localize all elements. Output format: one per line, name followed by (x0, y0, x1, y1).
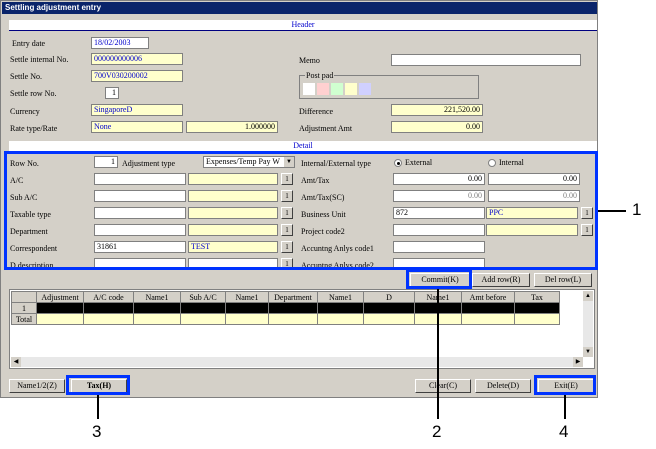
callout-4: 4 (559, 422, 569, 441)
settle-internal-no-field[interactable]: 000000000006 (91, 53, 183, 65)
grid-cell[interactable] (133, 302, 181, 314)
scroll-right-icon[interactable]: ▶ (573, 357, 583, 367)
adjustment-amt-label: Adjustment Amt (299, 124, 353, 133)
window-title: Settling adjustment entry (2, 2, 597, 14)
header-section-label: Header (9, 20, 597, 31)
grid-cell[interactable] (225, 302, 269, 314)
name12-button[interactable]: Name1/2(Z) (9, 379, 65, 393)
grid-cell (36, 313, 84, 325)
grid-cell[interactable] (363, 302, 415, 314)
settle-row-no-label: Settle row No. (10, 89, 57, 98)
detail-grid: Adjustment A/C code Name1 Sub A/C Name1 … (11, 291, 560, 325)
callout-3: 3 (92, 422, 102, 441)
grid-cell[interactable] (268, 302, 318, 314)
grid-col-header[interactable]: Tax (514, 291, 560, 303)
grid-cell (317, 313, 364, 325)
del-row-button[interactable]: Del row(L) (534, 273, 592, 287)
grid-cell[interactable] (180, 302, 226, 314)
grid-cell (180, 313, 226, 325)
currency-label: Currency (10, 107, 40, 116)
detail-highlight-box (4, 151, 598, 270)
settle-no-field[interactable]: 700V030200002 (91, 70, 183, 82)
grid-vertical-scrollbar[interactable]: ▲ ▼ (583, 291, 593, 357)
memo-label: Memo (299, 56, 320, 65)
post-pad-swatch-blue[interactable] (359, 83, 371, 95)
exit-highlight-box (534, 375, 596, 395)
settle-row-no-field[interactable]: 1 (105, 87, 119, 99)
grid-cell (461, 313, 515, 325)
grid-cell (133, 313, 181, 325)
grid-cell[interactable] (83, 302, 134, 314)
post-pad-swatch-white[interactable] (303, 83, 315, 95)
grid-cell[interactable] (36, 302, 84, 314)
settle-no-label: Settle No. (10, 72, 42, 81)
commit-highlight-box (406, 269, 472, 289)
rate-field[interactable]: 1.000000 (186, 121, 278, 133)
grid-horizontal-scrollbar[interactable]: ◀ ▶ (11, 357, 583, 367)
settle-internal-no-label: Settle internal No. (10, 55, 69, 64)
add-row-button[interactable]: Add row(R) (472, 273, 530, 287)
grid-cell (268, 313, 318, 325)
entry-date-label: Entry date (12, 39, 46, 48)
grid-col-header (11, 291, 37, 303)
callout-4-line (564, 395, 566, 419)
grid-col-header[interactable]: A/C code (83, 291, 134, 303)
delete-button[interactable]: Delete(D) (475, 379, 531, 393)
grid-col-header[interactable]: Sub A/C (180, 291, 226, 303)
row-number[interactable]: 1 (11, 302, 37, 314)
total-label: Total (11, 313, 37, 325)
scroll-left-icon[interactable]: ◀ (11, 357, 21, 367)
grid-cell (514, 313, 560, 325)
adjustment-amt-field: 0.00 (391, 121, 483, 133)
grid-col-header[interactable]: D (363, 291, 415, 303)
post-pad-swatch-yellow[interactable] (345, 83, 357, 95)
grid-col-header[interactable]: Name1 (317, 291, 364, 303)
grid-cell[interactable] (514, 302, 560, 314)
callout-2: 2 (432, 422, 442, 441)
scroll-down-icon[interactable]: ▼ (583, 347, 593, 357)
grid-col-header[interactable]: Amt before (461, 291, 515, 303)
callout-1: 1 (632, 200, 642, 219)
currency-field[interactable]: SingaporeD (91, 104, 183, 116)
difference-field: 221,520.00 (391, 104, 483, 116)
grid-header-row: Adjustment A/C code Name1 Sub A/C Name1 … (11, 291, 560, 303)
tax-highlight-box (66, 375, 130, 395)
memo-field[interactable] (391, 54, 581, 66)
grid-cell[interactable] (317, 302, 364, 314)
difference-label: Difference (299, 107, 334, 116)
post-pad-swatch-pink[interactable] (317, 83, 329, 95)
callout-2-line (437, 289, 439, 419)
post-pad-swatch-green[interactable] (331, 83, 343, 95)
rate-type-label: Rate type/Rate (10, 124, 58, 133)
grid-cell (225, 313, 269, 325)
grid-col-header[interactable]: Name1 (133, 291, 181, 303)
grid-cell (83, 313, 134, 325)
post-pad-label: Post pad (305, 71, 335, 81)
rate-type-field[interactable]: None (91, 121, 183, 133)
table-row[interactable]: 1 (11, 302, 560, 314)
callout-1-line (598, 210, 626, 212)
scroll-up-icon[interactable]: ▲ (583, 291, 593, 301)
grid-col-header[interactable]: Department (268, 291, 318, 303)
grid-col-header[interactable]: Name1 (225, 291, 269, 303)
clear-button[interactable]: Clear(C) (415, 379, 471, 393)
grid-cell (363, 313, 415, 325)
entry-date-field[interactable]: 18/02/2003 (91, 37, 149, 49)
grid-cell[interactable] (461, 302, 515, 314)
callout-3-line (97, 395, 99, 419)
grid-col-header[interactable]: Adjustment (36, 291, 84, 303)
total-row: Total (11, 313, 560, 325)
